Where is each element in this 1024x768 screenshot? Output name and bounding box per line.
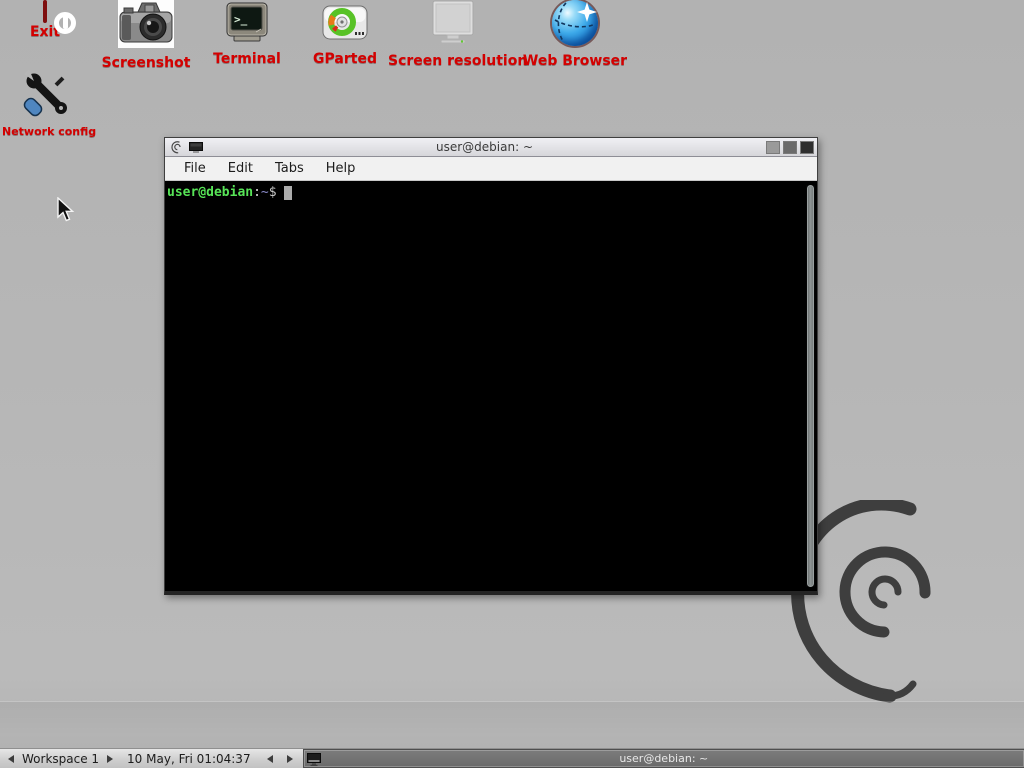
terminal-scrollbar[interactable] — [806, 185, 815, 587]
task-button-title: user@debian: ~ — [304, 752, 1024, 765]
desktop-icon-screen-resolution[interactable]: Screen resolution — [388, 0, 518, 69]
desktop-icon-terminal[interactable]: >_ Terminal — [206, 2, 288, 67]
pager-next-icon[interactable] — [107, 755, 113, 763]
scrollbar-thumb[interactable] — [807, 185, 814, 587]
terminal-window: user@debian: ~ File Edit Tabs Help user@… — [164, 137, 818, 595]
menu-help[interactable]: Help — [315, 158, 367, 179]
desktop-icon-label: Terminal — [206, 51, 288, 67]
svg-text:>_: >_ — [234, 13, 248, 26]
maximize-button[interactable] — [783, 141, 797, 154]
pager-prev-icon[interactable] — [8, 755, 14, 763]
desktop-icon-label: Network config — [2, 125, 92, 138]
taskbar: Workspace 1 10 May, Fri 01:04:37 user@de… — [0, 748, 1024, 768]
tasklist-prev-icon[interactable] — [267, 755, 273, 763]
workspace-pager[interactable]: Workspace 1 — [22, 752, 99, 766]
wallpaper-floor-shading — [0, 701, 1024, 748]
terminal-app-icon — [189, 142, 203, 153]
desktop-icon-network-config[interactable]: Network config — [2, 70, 92, 138]
globe-icon — [552, 0, 598, 46]
close-button[interactable] — [800, 141, 814, 154]
desktop-icon-label: Screenshot — [100, 55, 192, 71]
mouse-cursor — [57, 197, 76, 228]
desktop-icon-label: Screen resolution — [388, 53, 518, 69]
desktop-icon-exit[interactable]: Exit — [14, 2, 76, 40]
desktop-icon-gparted[interactable]: GParted — [303, 2, 387, 67]
desktop-icon-web-browser[interactable]: Web Browser — [520, 0, 630, 69]
crossed-tools-icon — [23, 70, 71, 122]
prompt-user-host: user@debian — [167, 185, 253, 200]
prompt-colon: : — [253, 185, 261, 200]
crt-terminal-icon: >_ — [226, 2, 268, 48]
terminal-cursor — [284, 186, 292, 200]
debian-swirl-icon — [171, 141, 183, 154]
task-monitor-icon — [307, 753, 321, 768]
task-button-terminal[interactable]: user@debian: ~ — [303, 749, 1024, 768]
disk-partition-icon — [322, 2, 368, 48]
monitor-icon — [429, 0, 477, 50]
desktop-icon-label: GParted — [303, 51, 387, 67]
taskbar-clock: 10 May, Fri 01:04:37 — [127, 752, 251, 766]
prompt-path: ~ — [261, 185, 269, 200]
terminal-screen[interactable]: user@debian:~$ — [165, 182, 817, 591]
camera-icon — [118, 0, 174, 48]
menu-file[interactable]: File — [173, 158, 217, 179]
prompt-dollar: $ — [269, 185, 277, 200]
menu-edit[interactable]: Edit — [217, 158, 264, 179]
menu-tabs[interactable]: Tabs — [264, 158, 315, 179]
desktop-icon-screenshot[interactable]: Screenshot — [100, 0, 192, 71]
terminal-menubar: File Edit Tabs Help — [165, 157, 817, 181]
window-title: user@debian: ~ — [206, 140, 763, 154]
window-titlebar[interactable]: user@debian: ~ — [165, 138, 817, 157]
tasklist-next-icon[interactable] — [287, 755, 293, 763]
prompt-line: user@debian:~$ — [167, 185, 292, 200]
power-icon — [43, 2, 47, 21]
desktop-icon-label: Web Browser — [520, 53, 630, 69]
minimize-button[interactable] — [766, 141, 780, 154]
